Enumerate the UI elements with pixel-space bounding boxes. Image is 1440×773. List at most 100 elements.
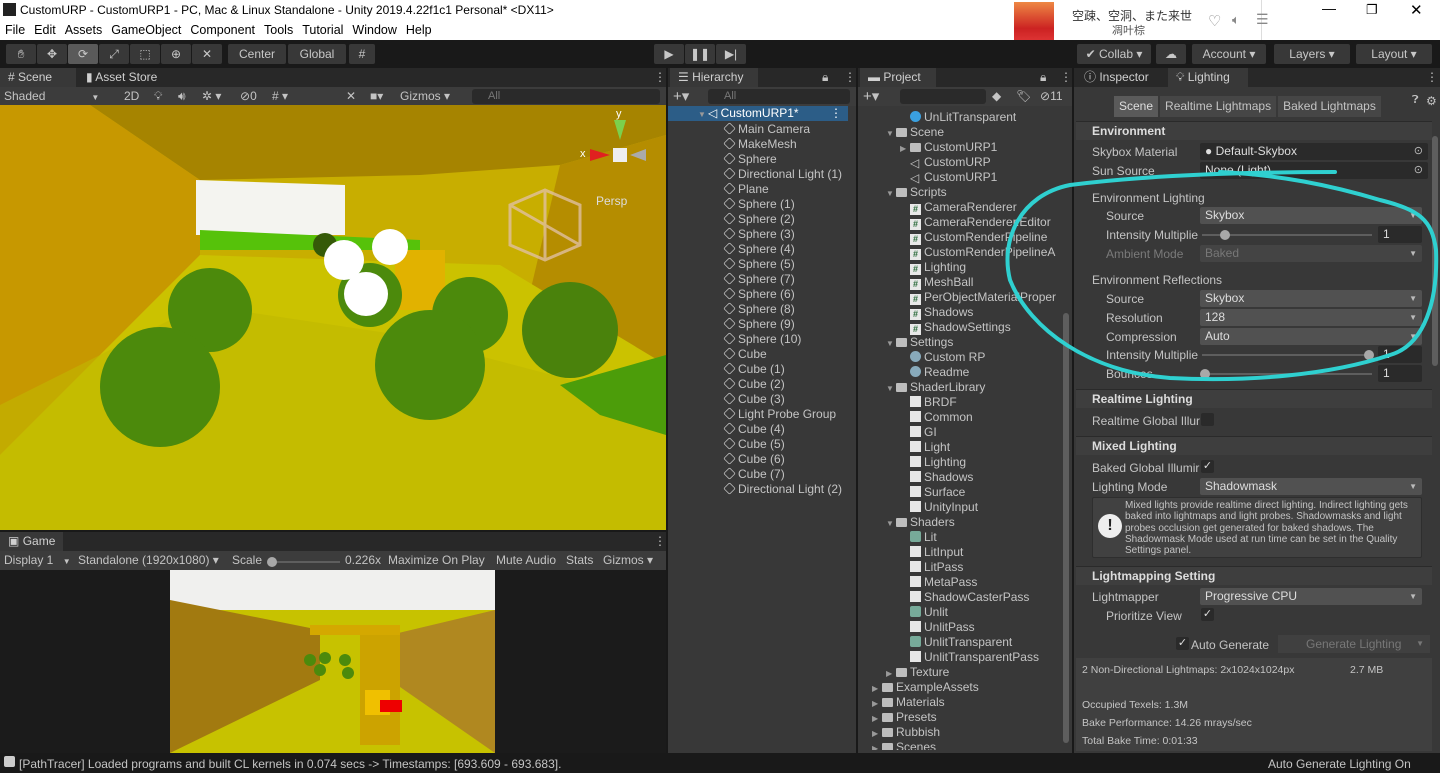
more-options-icon[interactable]: ⋮ bbox=[844, 70, 856, 84]
hierarchy-item[interactable]: Cube (2) bbox=[723, 377, 785, 392]
menu-tools[interactable]: Tools bbox=[259, 20, 297, 37]
expand-arrow-icon[interactable]: ▼ bbox=[698, 107, 708, 122]
hidden-packages-toggle[interactable]: ⊘11 bbox=[1040, 87, 1063, 106]
project-item[interactable]: MetaPass bbox=[900, 575, 977, 590]
project-item[interactable]: # PerObjectMaterialProper bbox=[900, 290, 1056, 305]
hierarchy-item[interactable]: Sphere (9) bbox=[723, 317, 795, 332]
hierarchy-item[interactable]: Main Camera bbox=[723, 122, 810, 137]
project-item[interactable]: Shadows bbox=[900, 470, 973, 485]
console-warning-icon[interactable] bbox=[4, 756, 15, 767]
settings-gear-icon[interactable]: ⚙ bbox=[1426, 94, 1437, 108]
project-item[interactable]: UnlitTransparent bbox=[900, 635, 1012, 650]
more-options-icon[interactable]: ⋮ bbox=[654, 70, 666, 84]
project-item[interactable]: Custom RP bbox=[900, 350, 985, 365]
scene-viewport[interactable]: x y Persp bbox=[0, 105, 666, 530]
cloud-button[interactable]: ☁ bbox=[1156, 44, 1186, 64]
hierarchy-item[interactable]: Sphere bbox=[723, 152, 777, 167]
collapse-arrow-icon[interactable]: ▶ bbox=[872, 696, 882, 711]
scale-slider[interactable] bbox=[267, 557, 340, 567]
expand-arrow-icon[interactable]: ▼ bbox=[886, 186, 896, 201]
minimize-button[interactable]: — bbox=[1322, 0, 1336, 16]
hierarchy-item[interactable]: Sphere (4) bbox=[723, 242, 795, 257]
more-options-icon[interactable]: ⋮ bbox=[1426, 70, 1438, 84]
display-dropdown[interactable]: Display 1 ▼ bbox=[4, 551, 71, 570]
project-search-input[interactable] bbox=[900, 89, 986, 104]
env-intensity-slider[interactable] bbox=[1202, 230, 1372, 240]
subtab-scene[interactable]: Scene bbox=[1114, 96, 1159, 117]
hierarchy-item[interactable]: Sphere (6) bbox=[723, 287, 795, 302]
project-item[interactable]: ▶ Presets bbox=[872, 710, 937, 725]
tools-icon[interactable]: ✕ bbox=[346, 87, 356, 106]
auto-generate-checkbox[interactable]: ✓ bbox=[1176, 637, 1189, 650]
hierarchy-item[interactable]: Cube (7) bbox=[723, 467, 785, 482]
project-item[interactable]: ◁ CustomURP bbox=[900, 155, 991, 170]
project-item[interactable]: ◁ CustomURP1 bbox=[900, 170, 997, 185]
lightmapper-dropdown[interactable]: Progressive CPU ▼ bbox=[1200, 588, 1422, 605]
tab-inspector[interactable]: ⓘ Inspector bbox=[1076, 68, 1166, 87]
tab-scene[interactable]: # Scene bbox=[0, 68, 76, 87]
project-item[interactable]: # Shadows bbox=[900, 305, 973, 320]
help-icon[interactable]: ❓︎ bbox=[1412, 94, 1419, 107]
project-item[interactable]: Unlit bbox=[900, 605, 948, 620]
project-item[interactable]: LitInput bbox=[900, 545, 963, 560]
audio-toggle-icon[interactable]: 🔊︎ bbox=[178, 87, 186, 106]
project-item[interactable]: Surface bbox=[900, 485, 965, 500]
collapse-arrow-icon[interactable]: ▶ bbox=[872, 741, 882, 750]
tab-lighting[interactable]: 💡︎ Lighting bbox=[1168, 68, 1248, 87]
tab-hierarchy[interactable]: ☰ Hierarchy bbox=[670, 68, 758, 87]
project-item[interactable]: # CustomRenderPipelineA bbox=[900, 245, 1055, 260]
refl-intensity-slider[interactable] bbox=[1202, 350, 1374, 360]
project-item[interactable]: LitPass bbox=[900, 560, 963, 575]
collapse-arrow-icon[interactable]: ▶ bbox=[872, 726, 882, 741]
menu-window[interactable]: Window bbox=[347, 20, 400, 37]
hierarchy-item[interactable]: Sphere (10) bbox=[723, 332, 801, 347]
transform-tool-button[interactable]: ⊕ bbox=[161, 44, 191, 64]
project-item[interactable]: Light bbox=[900, 440, 950, 455]
stats-toggle[interactable]: Stats bbox=[566, 551, 593, 570]
project-item[interactable]: ▼ Shaders bbox=[886, 515, 955, 530]
collab-dropdown[interactable]: ✔ Collab ▾ bbox=[1077, 44, 1151, 64]
camera-dropdown-icon[interactable]: ■▾ bbox=[370, 87, 383, 106]
snap-button[interactable]: # bbox=[349, 44, 375, 64]
subtab-baked-lightmaps[interactable]: Baked Lightmaps bbox=[1278, 96, 1381, 117]
more-options-icon[interactable]: ⋮ bbox=[830, 106, 842, 121]
account-dropdown[interactable]: Account ▾ bbox=[1192, 44, 1266, 64]
layers-dropdown[interactable]: Layers ▾ bbox=[1274, 44, 1350, 64]
baked-gi-checkbox[interactable]: ✓ bbox=[1201, 460, 1214, 473]
lock-icon[interactable]: 🔒︎ bbox=[822, 70, 828, 85]
project-item[interactable]: UnlitPass bbox=[900, 620, 975, 635]
menu-help[interactable]: Help bbox=[401, 20, 436, 37]
hierarchy-item[interactable]: Directional Light (2) bbox=[723, 482, 842, 497]
play-button[interactable]: ▶ bbox=[654, 44, 684, 64]
bounces-input[interactable]: 1 bbox=[1378, 365, 1422, 382]
project-item[interactable]: Readme bbox=[900, 365, 969, 380]
collapse-arrow-icon[interactable]: ▶ bbox=[900, 141, 910, 156]
scene-search-input[interactable]: All bbox=[472, 89, 660, 104]
hierarchy-item[interactable]: Sphere (1) bbox=[723, 197, 795, 212]
inspector-scrollbar[interactable] bbox=[1432, 136, 1438, 366]
refl-intensity-input[interactable]: 1 bbox=[1378, 346, 1422, 363]
project-scrollbar[interactable] bbox=[1063, 313, 1069, 743]
skybox-material-field[interactable]: ● Default-Skybox ⊙ bbox=[1200, 143, 1428, 160]
move-tool-button[interactable]: ✥ bbox=[37, 44, 67, 64]
hierarchy-item[interactable]: Sphere (8) bbox=[723, 302, 795, 317]
step-button[interactable]: ▶| bbox=[716, 44, 746, 64]
hierarchy-item[interactable]: Cube bbox=[723, 347, 767, 362]
project-item[interactable]: BRDF bbox=[900, 395, 957, 410]
tab-asset-store[interactable]: ▮ Asset Store bbox=[78, 68, 166, 87]
realtime-gi-checkbox[interactable] bbox=[1201, 413, 1214, 426]
project-item[interactable]: Lit bbox=[900, 530, 937, 545]
expand-arrow-icon[interactable]: ▼ bbox=[886, 336, 896, 351]
collapse-arrow-icon[interactable]: ▶ bbox=[872, 711, 882, 726]
lock-icon[interactable]: 🔒︎ bbox=[1040, 70, 1046, 85]
collapse-arrow-icon[interactable]: ▶ bbox=[872, 681, 882, 696]
playlist-icon[interactable]: ☰ bbox=[1256, 11, 1269, 28]
prioritize-view-checkbox[interactable]: ✓ bbox=[1201, 608, 1214, 621]
project-item[interactable]: # CustomRenderPipeline bbox=[900, 230, 1047, 245]
generate-lighting-button[interactable]: Generate Lighting ▼ bbox=[1278, 635, 1430, 653]
project-item[interactable]: ▼ ShaderLibrary bbox=[886, 380, 985, 395]
section-realtime-lighting[interactable]: Realtime Lighting bbox=[1076, 389, 1432, 408]
lighting-toggle-icon[interactable]: 💡︎ bbox=[154, 87, 162, 106]
menu-tutorial[interactable]: Tutorial bbox=[297, 20, 347, 37]
project-item[interactable]: GI bbox=[900, 425, 937, 440]
